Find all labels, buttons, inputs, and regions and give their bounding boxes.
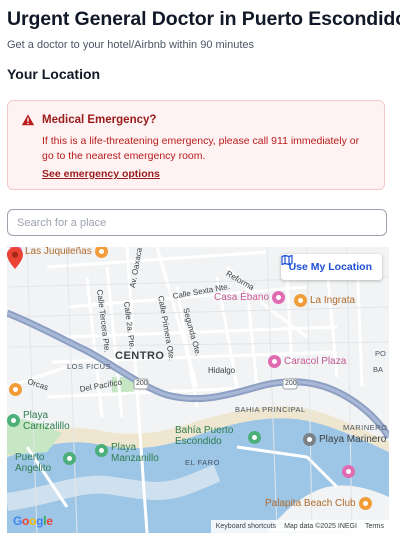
- restaurant-icon: [358, 497, 372, 510]
- beach-icon: [248, 431, 261, 444]
- map[interactable]: 200 200 Av. Oaxaca Calle Sexta Nte. Refo…: [7, 247, 389, 533]
- terms-link[interactable]: Terms: [365, 523, 384, 530]
- map-icon: [280, 254, 293, 266]
- poi-playa-manzanillo[interactable]: Playa Manzanillo: [95, 442, 166, 464]
- area-bahia-principal: BAHIA PRINCIPAL: [235, 405, 306, 414]
- bar-icon: [294, 294, 307, 307]
- poi-hotel[interactable]: [342, 465, 355, 478]
- poi-palapita-beach-club[interactable]: Palapita Beach Club: [265, 497, 372, 510]
- place-pin-icon: [303, 433, 316, 446]
- use-my-location-label: Use My Location: [288, 261, 372, 273]
- poi-caracol-plaza[interactable]: Caracol Plaza: [268, 355, 346, 368]
- location-marker-icon[interactable]: [7, 247, 23, 269]
- map-attribution: Keyboard shortcuts Map data ©2025 INEGI …: [210, 520, 389, 533]
- warning-triangle-icon: [21, 114, 35, 126]
- emergency-alert: Medical Emergency? If this is a life-thr…: [7, 100, 385, 190]
- poi-puerto-angelito[interactable]: Puerto Angelito: [15, 452, 76, 474]
- area-los-ficus: LOS FICUS: [67, 362, 112, 371]
- area-marinero: MARINERO: [343, 423, 388, 432]
- poi-las-juquilenas[interactable]: Las Juquileñas: [9, 247, 108, 258]
- street-hidalgo: Hidalgo: [208, 366, 236, 375]
- area-ba: BA: [373, 365, 384, 374]
- google-logo: Google: [13, 514, 53, 528]
- highway-shield: 200: [136, 380, 148, 387]
- highway-shield: 200: [285, 380, 297, 387]
- beach-icon: [7, 414, 20, 427]
- use-my-location-button[interactable]: Use My Location: [280, 254, 382, 280]
- area-centro: CENTRO: [115, 350, 165, 362]
- shopping-icon: [268, 355, 281, 368]
- area-po: PO: [375, 349, 386, 358]
- search-input[interactable]: [7, 209, 387, 236]
- keyboard-shortcuts-link[interactable]: Keyboard shortcuts: [216, 523, 276, 530]
- poi-bahia-puerto-escondido[interactable]: Bahía Puerto Escondido: [175, 425, 261, 447]
- poi-playa-marinero[interactable]: Playa Marinero: [303, 433, 386, 446]
- map-data-text: Map data ©2025 INEGI: [284, 523, 357, 530]
- poi-restaurant[interactable]: [9, 383, 22, 396]
- hotel-icon: [342, 465, 355, 478]
- restaurant-icon: [9, 383, 22, 396]
- emergency-alert-title: Medical Emergency?: [42, 114, 157, 126]
- poi-playa-carrizalillo[interactable]: Playa Carrizalillo: [7, 410, 83, 432]
- area-el-faro: EL FARO: [185, 458, 220, 467]
- page-title: Urgent General Doctor in Puerto Escondid…: [7, 8, 400, 30]
- beach-icon: [63, 452, 76, 465]
- restaurant-icon: [94, 247, 108, 258]
- emergency-alert-body: If this is a life-threatening emergency,…: [42, 135, 360, 162]
- emergency-options-link[interactable]: See emergency options: [42, 168, 160, 180]
- poi-casa-ebano[interactable]: Casa Ébano: [214, 291, 286, 304]
- hotel-icon: [272, 291, 286, 304]
- beach-icon: [95, 444, 108, 457]
- page-subtitle: Get a doctor to your hotel/Airbnb within…: [7, 39, 255, 51]
- location-heading: Your Location: [7, 66, 101, 82]
- poi-la-ingrata[interactable]: La Ingrata: [294, 294, 355, 307]
